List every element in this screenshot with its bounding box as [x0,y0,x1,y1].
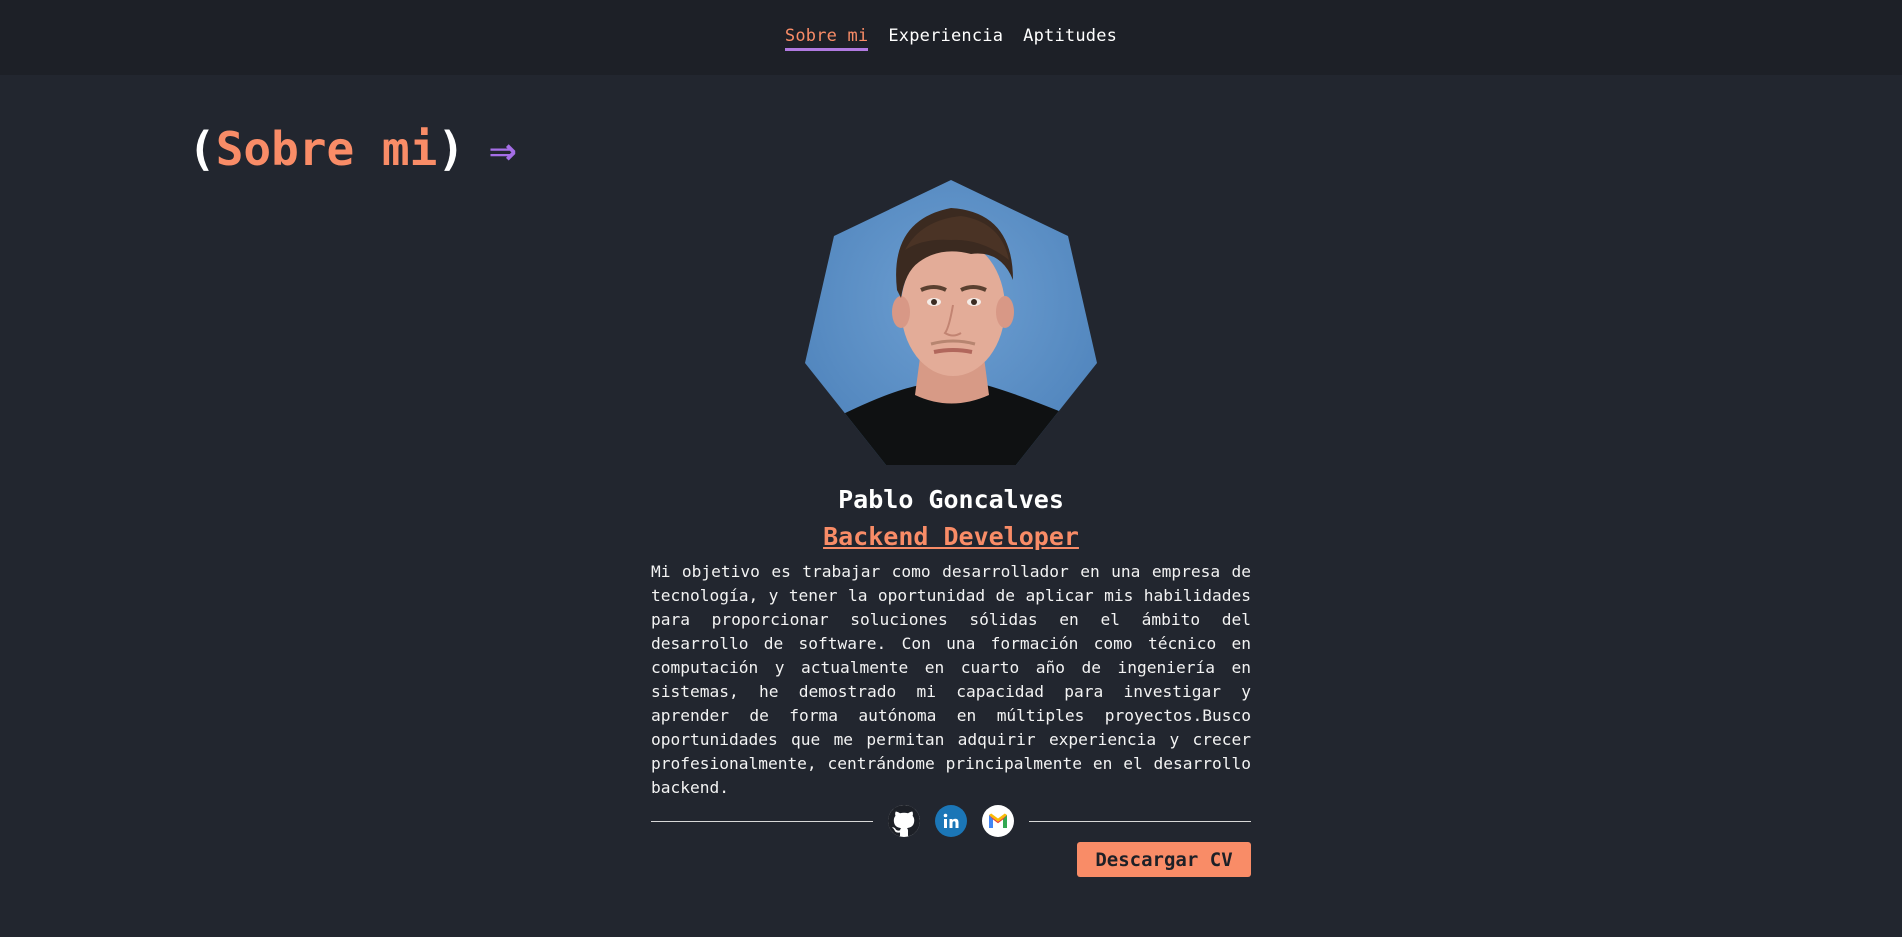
profile-bio: Mi objetivo es trabajar como desarrollad… [651,562,1251,797]
open-paren: ( [188,122,216,176]
github-icon[interactable] [888,805,920,837]
social-links [651,803,1251,839]
social-icons [873,805,1029,837]
nav-link-sobre-mi[interactable]: Sobre mi [784,26,869,51]
nav-item-aptitudes: Aptitudes [1023,26,1117,51]
divider-left [651,820,873,822]
nav-item-sobre-mi: Sobre mi [784,26,869,51]
profile-photo [801,180,1101,480]
arrow-icon: ⇒ [488,122,517,176]
top-navigation: Sobre mi Experiencia Aptitudes [0,0,1902,75]
profile-name: Pablo Goncalves [838,485,1064,514]
nav-list: Sobre mi Experiencia Aptitudes [784,26,1117,51]
nav-link-experiencia[interactable]: Experiencia [888,26,1003,48]
divider-right [1029,820,1251,822]
download-cv-button[interactable]: Descargar CV [1077,842,1251,877]
close-paren: ) [437,122,465,176]
section-heading: ( Sobre mi ) ⇒ [188,122,517,176]
nav-item-experiencia: Experiencia [888,26,1003,51]
nav-link-aptitudes[interactable]: Aptitudes [1023,26,1117,48]
profile-role: Backend Developer [823,522,1079,551]
gmail-icon[interactable] [982,805,1014,837]
section-title-text: Sobre mi [215,122,438,176]
linkedin-icon[interactable] [935,805,967,837]
